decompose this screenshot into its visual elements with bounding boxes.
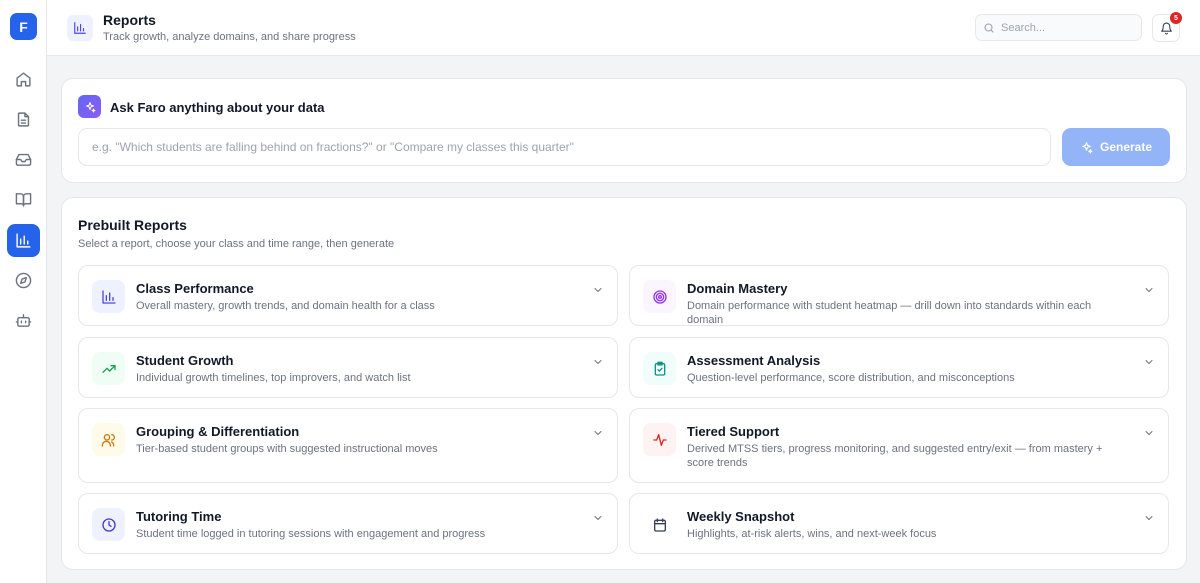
- chevron-down-icon: [1145, 431, 1153, 435]
- activity-icon: [643, 423, 676, 456]
- ask-input[interactable]: [78, 128, 1051, 166]
- generate-button[interactable]: Generate: [1062, 128, 1170, 166]
- report-description: Student time logged in tutoring sessions…: [136, 528, 486, 540]
- report-description: Tier-based student groups with suggested…: [136, 443, 438, 455]
- chevron-down-icon: [1145, 288, 1153, 292]
- chevron-down-icon: [594, 288, 602, 292]
- book-icon: [15, 193, 32, 207]
- bell-icon: [1160, 22, 1172, 34]
- reports-header-icon: [67, 15, 93, 41]
- clock-icon: [92, 508, 125, 541]
- trending-up-icon: [92, 352, 125, 385]
- report-title: Grouping & Differentiation: [136, 424, 300, 439]
- report-card-assessment-analysis[interactable]: Assessment Analysis Question-level perfo…: [629, 337, 1169, 398]
- report-title: Student Growth: [136, 353, 234, 368]
- report-description: Derived MTSS tiers, progress monitoring,…: [687, 443, 1103, 469]
- chevron-down-icon: [594, 360, 602, 364]
- report-card-grouping-differentiation[interactable]: Grouping & Differentiation Tier-based st…: [78, 408, 618, 483]
- prebuilt-reports-panel: Prebuilt Reports Select a report, choose…: [61, 197, 1187, 570]
- nav-assistant[interactable]: [7, 304, 40, 337]
- compass-icon: [15, 272, 32, 289]
- report-description: Individual growth timelines, top improve…: [136, 372, 411, 384]
- sparkles-icon: [1082, 141, 1093, 153]
- target-icon: [643, 280, 676, 313]
- report-card-class-performance[interactable]: Class Performance Overall mastery, growt…: [78, 265, 618, 326]
- report-title: Tutoring Time: [136, 509, 222, 524]
- search-box[interactable]: [975, 14, 1142, 41]
- sparkles-icon: [78, 95, 101, 118]
- nav-library[interactable]: [7, 183, 40, 216]
- notification-badge: 5: [1170, 12, 1182, 24]
- report-description: Overall mastery, growth trends, and doma…: [136, 300, 435, 312]
- bar-chart-icon: [74, 22, 86, 34]
- chevron-down-icon: [594, 516, 602, 520]
- report-title: Class Performance: [136, 281, 254, 296]
- users-icon: [92, 423, 125, 456]
- chevron-down-icon: [594, 431, 602, 435]
- nav-reports[interactable]: [7, 224, 40, 257]
- report-card-tiered-support[interactable]: Tiered Support Derived MTSS tiers, progr…: [629, 408, 1169, 483]
- report-description: Domain performance with student heatmap …: [687, 300, 1092, 326]
- ask-faro-panel: Ask Faro anything about your data Genera…: [61, 78, 1187, 183]
- ask-title: Ask Faro anything about your data: [110, 100, 325, 115]
- document-icon: [17, 112, 30, 127]
- report-description: Highlights, at-risk alerts, wins, and ne…: [687, 528, 937, 540]
- bot-icon: [15, 314, 32, 327]
- nav-inbox[interactable]: [7, 143, 40, 176]
- section-subtitle: Select a report, choose your class and t…: [78, 238, 395, 250]
- bar-chart-icon: [92, 280, 125, 313]
- search-input[interactable]: [1001, 21, 1131, 34]
- notifications-button[interactable]: 5: [1152, 12, 1182, 42]
- report-card-tutoring-time[interactable]: Tutoring Time Student time logged in tut…: [78, 493, 618, 554]
- page-title: Reports: [103, 12, 156, 28]
- report-card-weekly-snapshot[interactable]: Weekly Snapshot Highlights, at-risk aler…: [629, 493, 1169, 554]
- search-icon: [984, 22, 994, 33]
- generate-label: Generate: [1099, 140, 1153, 154]
- report-card-domain-mastery[interactable]: Domain Mastery Domain performance with s…: [629, 265, 1169, 326]
- report-description: Question-level performance, score distri…: [687, 372, 1015, 384]
- nav-home[interactable]: [7, 63, 40, 96]
- nav-documents[interactable]: [7, 103, 40, 136]
- app-logo[interactable]: F: [10, 13, 37, 40]
- nav-explore[interactable]: [7, 264, 40, 297]
- chevron-down-icon: [1145, 516, 1153, 520]
- calendar-icon: [643, 508, 676, 541]
- top-header: Reports Track growth, analyze domains, a…: [47, 0, 1200, 56]
- report-title: Assessment Analysis: [687, 353, 821, 368]
- report-card-student-growth[interactable]: Student Growth Individual growth timelin…: [78, 337, 618, 398]
- report-title: Domain Mastery: [687, 281, 788, 296]
- clipboard-check-icon: [643, 352, 676, 385]
- report-title: Tiered Support: [687, 424, 780, 439]
- report-title: Weekly Snapshot: [687, 509, 795, 524]
- section-title: Prebuilt Reports: [78, 217, 187, 233]
- inbox-icon: [15, 153, 32, 166]
- sidebar: F: [0, 0, 47, 583]
- bar-chart-icon: [16, 233, 31, 248]
- page-subtitle: Track growth, analyze domains, and share…: [103, 31, 356, 43]
- chevron-down-icon: [1145, 360, 1153, 364]
- home-icon: [16, 72, 31, 87]
